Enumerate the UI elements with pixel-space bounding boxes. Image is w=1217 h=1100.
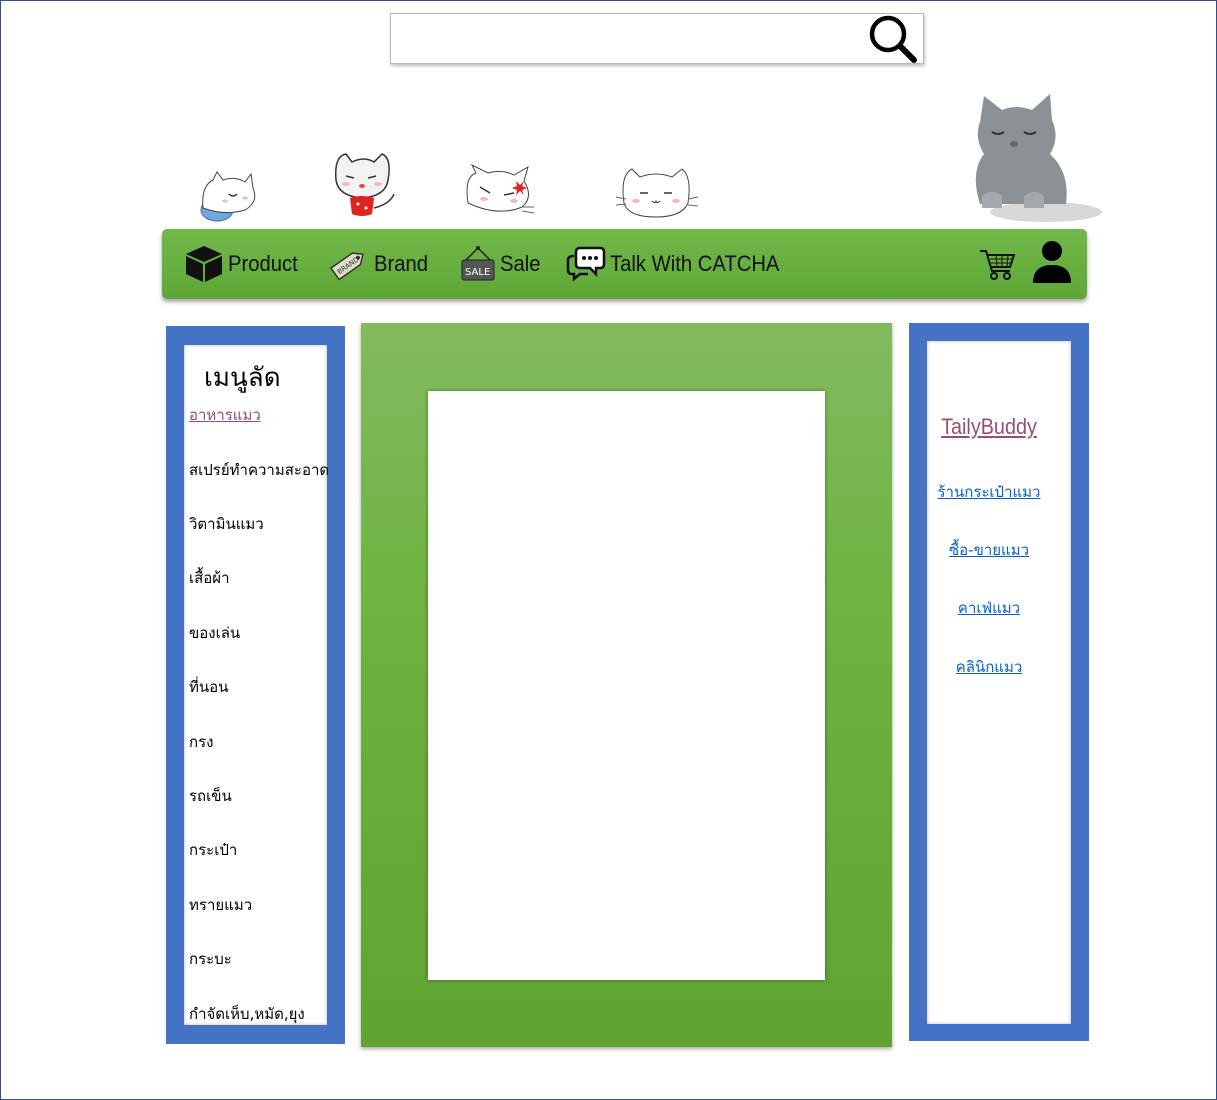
menu-item-toys[interactable]: ของเล่น [189,621,240,645]
nav-brand[interactable]: BRAND Brand [328,229,433,299]
menu-item-cat-litter[interactable]: ทรายแมว [189,893,252,917]
cute-cat-sticker [334,153,395,216]
gray-cat-photo [975,94,1102,222]
menu-item-bag[interactable]: กระเป๋า [189,838,237,862]
svg-text:SALE: SALE [465,267,490,278]
menu-item-stroller[interactable]: รถเข็น [189,784,232,808]
menu-item-bed[interactable]: ที่นอน [189,675,228,699]
link-cat-bag-shop[interactable]: ร้านกระเป๋าแมว [909,480,1069,504]
nav-sale[interactable]: SALE Sale [460,229,544,299]
main-nav-bar: Product BRAND Brand SALE Sale Talk With … [162,229,1087,299]
search-input[interactable] [399,22,859,56]
link-cat-clinic[interactable]: คลินิกแมว [909,655,1069,679]
nav-product-label: Product [228,251,298,276]
user-icon[interactable] [1031,239,1073,285]
sleeping-cat-sticker [200,171,256,222]
brand-tag-icon: BRAND [330,252,364,281]
nav-talk-label: Talk With CATCHA [610,251,780,276]
menu-item-flea-tick-control[interactable]: กำจัดเห็บ,หมัด,ยุง [189,1002,305,1026]
smiling-cat-sticker [615,168,699,218]
cart-icon[interactable] [978,247,1018,281]
box-icon [186,246,222,282]
link-cat-cafe[interactable]: คาเฟ่แมว [909,596,1069,620]
chat-bubble-icon [566,246,606,282]
nav-talk[interactable]: Talk With CATCHA [566,229,794,299]
search-bar[interactable] [390,13,924,64]
nav-brand-label: Brand [374,251,429,276]
menu-item-litter-box[interactable]: กระบะ [189,947,232,971]
menu-item-clothes[interactable]: เสื้อผ้า [189,566,230,590]
menu-item-cleaning-spray[interactable]: สเปรย์ทำความสะอาด [189,458,329,482]
right-links-inner [927,341,1071,1024]
angry-cat-sticker [466,163,535,214]
left-menu-title: เมนูลัด [204,363,281,393]
menu-item-cage[interactable]: กรง [189,730,213,754]
nav-sale-label: Sale [500,251,541,276]
menu-item-cat-food[interactable]: อาหารแมว [189,403,261,427]
link-buy-sell-cats[interactable]: ซื้อ-ขายแมว [909,538,1069,562]
sale-sign-icon: SALE [461,246,495,281]
menu-item-vitamins[interactable]: วิตามินแมว [189,512,264,536]
center-content-area [428,391,825,980]
nav-product[interactable]: Product [184,229,304,299]
tailybuddy-link[interactable]: TailyBuddy [917,414,1061,440]
search-icon[interactable] [866,12,920,66]
